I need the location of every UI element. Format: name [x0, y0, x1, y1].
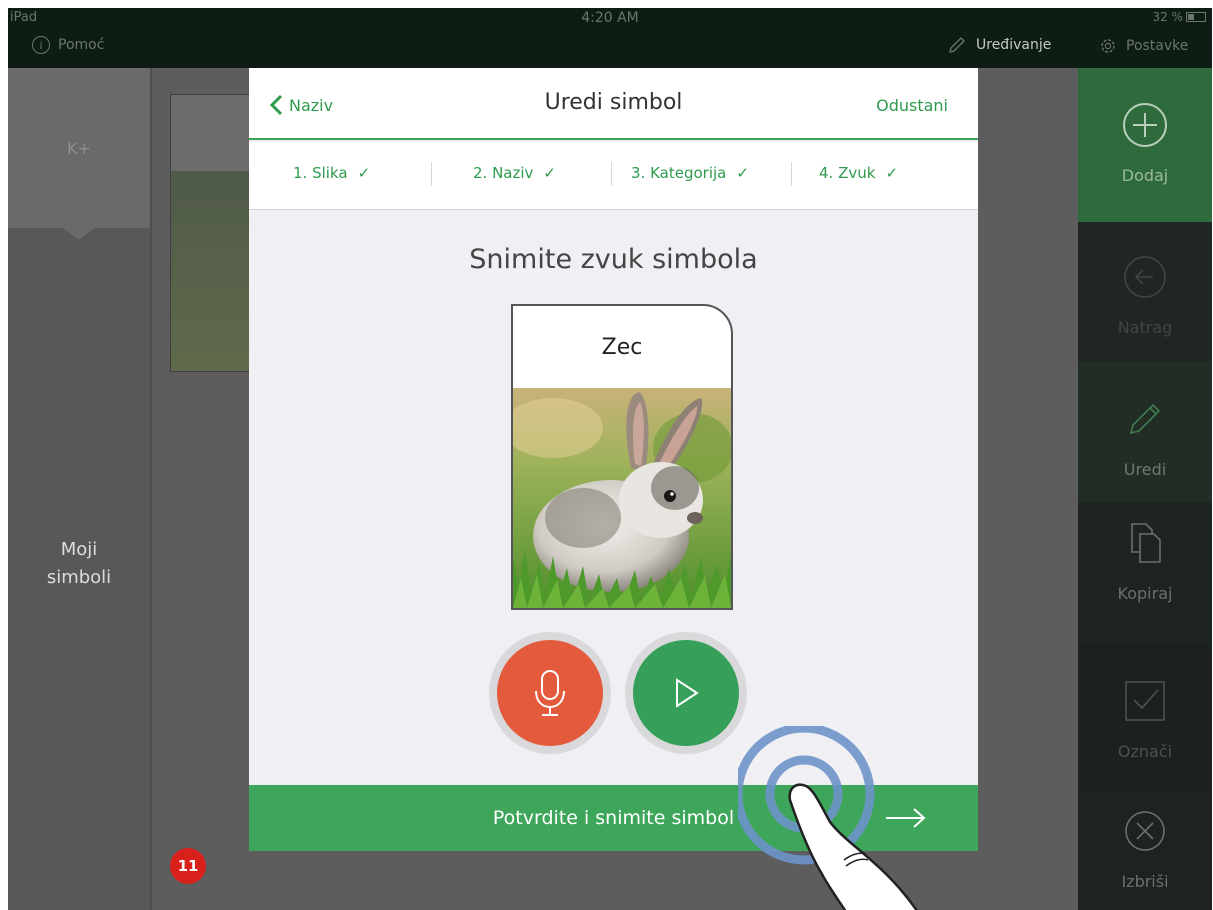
confirm-save-button[interactable]: Potvrdite i snimite simbol	[249, 785, 978, 851]
play-icon	[676, 678, 699, 708]
step-category-label: 3. Kategorija	[631, 164, 727, 182]
help-label: Pomoć	[58, 37, 105, 53]
copy-label: Kopiraj	[1117, 584, 1173, 603]
arrow-right-icon	[886, 808, 926, 828]
step-progress: 1. Slika ✓ 2. Naziv ✓ 3. Kategorija ✓ 4.…	[249, 142, 978, 210]
checkmark-icon: ✓	[357, 164, 371, 182]
gear-icon	[1101, 39, 1115, 53]
back-tool-button[interactable]: Natrag	[1078, 222, 1212, 362]
add-label: Dodaj	[1121, 166, 1169, 185]
category-my-symbols-label: Moji simboli	[46, 539, 112, 588]
edit-tool-label: Uredi	[1123, 460, 1167, 479]
status-bar: iPad i Pomoć 4:20 AM 32 % Uređivanje Pos…	[8, 8, 1212, 68]
play-button[interactable]	[625, 632, 747, 754]
battery-indicator: 32 %	[1152, 10, 1206, 24]
confirm-save-label: Potvrdite i snimite simbol	[492, 807, 735, 829]
category-my-symbols[interactable]: Moji simboli	[8, 508, 150, 592]
rabbit-photo	[513, 388, 731, 608]
settings-button[interactable]: Postavke	[1098, 36, 1188, 56]
pencil-icon	[1118, 392, 1172, 446]
app-screen: iPad i Pomoć 4:20 AM 32 % Uređivanje Pos…	[8, 8, 1212, 910]
modal-title: Uredi simbol	[544, 90, 683, 115]
background-symbol-tile[interactable]	[170, 94, 252, 372]
microphone-icon	[535, 670, 565, 716]
delete-button[interactable]: Izbriši	[1078, 792, 1212, 910]
category-k-plus-label: K+	[67, 138, 91, 158]
checkbox-icon	[1118, 674, 1172, 728]
battery-icon	[1186, 12, 1206, 22]
back-tool-label: Natrag	[1117, 318, 1173, 337]
step-name-label: 2. Naziv	[473, 164, 534, 182]
symbol-name: Zec	[601, 334, 643, 360]
arrow-left-circle-icon	[1118, 250, 1172, 304]
checkmark-icon: ✓	[543, 164, 556, 182]
edit-tool-button[interactable]: Uredi	[1078, 362, 1212, 502]
close-circle-icon	[1118, 804, 1172, 858]
plus-circle-icon	[1118, 98, 1172, 152]
step-name[interactable]: 2. Naziv ✓	[473, 164, 556, 182]
notification-badge: 11	[170, 848, 206, 884]
record-button[interactable]	[489, 632, 611, 754]
action-toolbar: Dodaj Natrag Uredi Kopiraj Označi Izbriš…	[1078, 68, 1212, 910]
step-sound-label: 4. Zvuk	[819, 164, 876, 182]
info-icon: i	[32, 36, 50, 54]
step-sound[interactable]: 4. Zvuk ✓	[819, 164, 898, 182]
category-k-plus[interactable]: K+	[8, 68, 150, 240]
battery-percent: 32 %	[1152, 10, 1184, 24]
settings-label: Postavke	[1126, 38, 1189, 54]
copy-button[interactable]: Kopiraj	[1078, 502, 1212, 642]
symbol-preview-card: Zec	[511, 304, 733, 610]
edit-symbol-modal: Naziv Uredi simbol Odustani 1. Slika ✓ 2…	[249, 68, 978, 851]
checkmark-icon: ✓	[885, 164, 899, 182]
help-button[interactable]: i Pomoć	[32, 36, 104, 54]
step-category[interactable]: 3. Kategorija ✓	[631, 164, 749, 182]
clock: 4:20 AM	[581, 10, 639, 26]
cancel-button[interactable]: Odustani	[876, 96, 948, 115]
checkmark-icon: ✓	[736, 164, 749, 182]
pencil-icon	[949, 37, 965, 53]
mark-label: Označi	[1117, 742, 1173, 761]
delete-label: Izbriši	[1121, 872, 1169, 891]
modal-header: Naziv Uredi simbol Odustani	[249, 68, 978, 140]
record-heading: Snimite zvuk simbola	[469, 244, 758, 275]
add-button[interactable]: Dodaj	[1078, 68, 1212, 222]
edit-mode-label: Uređivanje	[976, 37, 1052, 53]
category-sidebar: K+ Moji simboli	[8, 68, 150, 910]
step-image[interactable]: 1. Slika ✓	[293, 164, 370, 182]
mark-button[interactable]: Označi	[1078, 652, 1212, 792]
edit-mode-button[interactable]: Uređivanje	[946, 34, 1051, 56]
step-image-label: 1. Slika	[293, 164, 348, 182]
copy-icon	[1118, 516, 1172, 570]
